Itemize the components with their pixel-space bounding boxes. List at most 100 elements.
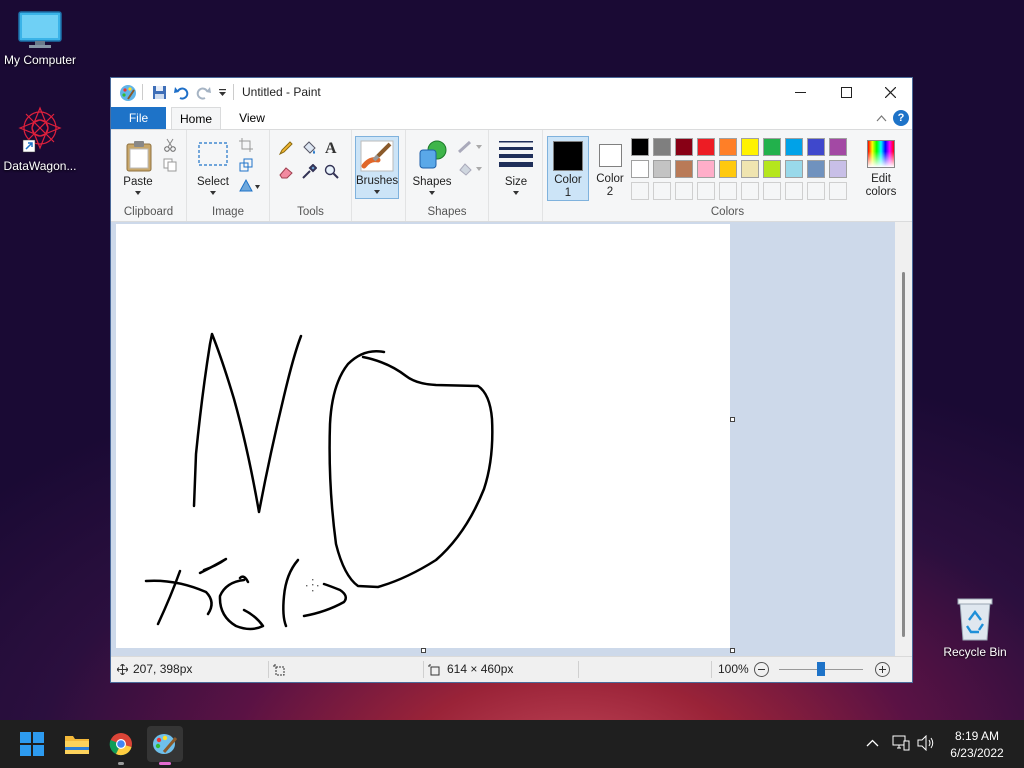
resize-icon[interactable] (239, 158, 253, 172)
outline-icon[interactable] (458, 140, 484, 154)
palette-swatch[interactable] (653, 160, 671, 178)
resize-handle-bottom[interactable] (421, 648, 426, 653)
desktop-icon-my-computer[interactable]: My Computer (0, 10, 80, 67)
palette-swatch-empty[interactable] (631, 182, 649, 200)
cut-icon[interactable] (163, 138, 177, 152)
chevron-down-icon (429, 191, 435, 195)
group-label: Clipboard (123, 206, 174, 218)
close-button[interactable] (867, 78, 913, 107)
pencil-icon[interactable] (278, 140, 294, 156)
palette-swatch[interactable] (807, 160, 825, 178)
network-icon[interactable] (892, 735, 910, 751)
desktop-icon-datawagon[interactable]: DataWagon... (0, 104, 80, 173)
stroke-d (282, 558, 348, 628)
taskbar-paint[interactable] (147, 726, 183, 765)
color1-button[interactable]: Color 1 (547, 136, 589, 201)
redo-icon[interactable] (196, 85, 211, 100)
collapse-ribbon-icon[interactable] (876, 114, 887, 122)
zoom-out-button[interactable] (754, 662, 769, 677)
palette-swatch[interactable] (631, 160, 649, 178)
palette-swatch-empty[interactable] (785, 182, 803, 200)
palette-swatch[interactable] (675, 160, 693, 178)
shapes-button[interactable]: Shapes (410, 136, 454, 198)
palette-swatch-empty[interactable] (719, 182, 737, 200)
color-palette (631, 138, 853, 204)
title-bar[interactable]: Untitled - Paint (111, 78, 912, 107)
color-picker-icon[interactable] (301, 164, 317, 180)
save-icon[interactable] (152, 85, 167, 100)
palette-swatch[interactable] (653, 138, 671, 156)
zoom-slider[interactable] (779, 662, 863, 676)
clock-date[interactable]: 6/23/2022 (943, 746, 1011, 760)
resize-handle-right[interactable] (730, 417, 735, 422)
palette-swatch-empty[interactable] (675, 182, 693, 200)
divider (268, 661, 269, 678)
clock-time[interactable]: 8:19 AM (947, 729, 1007, 743)
text-icon[interactable]: A (324, 139, 340, 155)
palette-swatch[interactable] (785, 138, 803, 156)
tab-file[interactable]: File (111, 107, 166, 129)
palette-swatch-empty[interactable] (763, 182, 781, 200)
size-label: Size (504, 176, 528, 188)
palette-swatch[interactable] (829, 138, 847, 156)
palette-swatch[interactable] (719, 160, 737, 178)
show-hidden-icons-icon[interactable] (866, 739, 879, 747)
brushes-button[interactable]: Brushes (355, 136, 399, 199)
divider (711, 661, 712, 678)
canvas-workspace (111, 222, 912, 656)
palette-swatch[interactable] (763, 138, 781, 156)
undo-icon[interactable] (174, 85, 189, 100)
taskbar-file-explorer[interactable] (59, 726, 95, 762)
fill-bucket-icon[interactable] (301, 140, 317, 156)
resize-handle-corner[interactable] (730, 648, 735, 653)
taskbar-chrome[interactable] (103, 726, 139, 765)
palette-swatch[interactable] (741, 138, 759, 156)
palette-swatch-empty[interactable] (697, 182, 715, 200)
fill-icon[interactable] (458, 162, 484, 176)
scrollbar-thumb[interactable] (902, 272, 905, 637)
brushes-label: Brushes (356, 175, 399, 187)
select-button[interactable]: Select (192, 136, 234, 198)
zoom-slider-thumb[interactable] (817, 662, 825, 676)
zoom-in-button[interactable] (875, 662, 890, 677)
palette-swatch[interactable] (719, 138, 737, 156)
palette-swatch[interactable] (697, 138, 715, 156)
palette-swatch[interactable] (807, 138, 825, 156)
eraser-icon[interactable] (278, 164, 294, 180)
palette-swatch-empty[interactable] (653, 182, 671, 200)
help-button[interactable]: ? (893, 110, 909, 126)
color2-button[interactable]: Color 2 (591, 136, 629, 201)
palette-swatch[interactable] (785, 160, 803, 178)
rotate-icon[interactable] (239, 178, 261, 192)
palette-swatch-empty[interactable] (829, 182, 847, 200)
tab-view[interactable]: View (229, 107, 275, 129)
stroke-n (192, 332, 303, 514)
palette-swatch[interactable] (763, 160, 781, 178)
tab-home[interactable]: Home (171, 107, 221, 130)
customize-qat-icon[interactable] (218, 88, 227, 97)
color2-label: Color (596, 173, 624, 185)
palette-swatch-empty[interactable] (807, 182, 825, 200)
volume-icon[interactable] (917, 735, 935, 751)
edit-colors-button[interactable]: Edit colors (857, 136, 905, 200)
palette-swatch[interactable] (829, 160, 847, 178)
size-button[interactable]: Size (495, 136, 537, 198)
stroke-k-2 (156, 569, 182, 626)
copy-icon[interactable] (163, 158, 177, 172)
divider (142, 84, 143, 100)
palette-swatch[interactable] (675, 138, 693, 156)
palette-swatch[interactable] (631, 138, 649, 156)
palette-swatch[interactable] (697, 160, 715, 178)
paste-button[interactable]: Paste (115, 136, 161, 198)
palette-swatch-empty[interactable] (741, 182, 759, 200)
minimize-button[interactable] (777, 78, 823, 107)
magnifier-icon[interactable] (324, 164, 340, 180)
desktop-icon-recycle-bin[interactable]: Recycle Bin (935, 596, 1015, 659)
drawing-canvas[interactable] (116, 224, 730, 648)
maximize-button[interactable] (823, 78, 869, 107)
start-button[interactable] (14, 726, 50, 762)
palette-swatch[interactable] (741, 160, 759, 178)
crop-icon[interactable] (239, 138, 253, 152)
vertical-scrollbar[interactable] (895, 222, 912, 656)
canvas-size: 614 × 460px (447, 662, 514, 676)
